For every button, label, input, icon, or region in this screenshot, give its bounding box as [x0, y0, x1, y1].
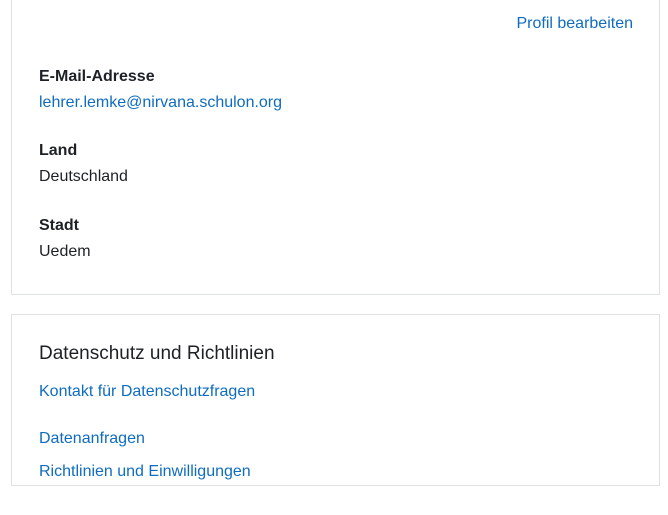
email-link[interactable]: lehrer.lemke@nirvana.schulon.org [39, 94, 282, 111]
city-field: Stadt Uedem [39, 216, 91, 262]
policies-agreements-link[interactable]: Richtlinien und Einwilligungen [39, 462, 251, 482]
profile-details-card: Profil bearbeiten E-Mail-Adresse lehrer.… [11, 0, 660, 295]
city-label: Stadt [39, 217, 79, 234]
privacy-section-title: Datenschutz und Richtlinien [39, 343, 275, 364]
country-field: Land Deutschland [39, 141, 128, 187]
privacy-policies-card: Datenschutz und Richtlinien Kontakt für … [11, 314, 660, 486]
city-value: Uedem [39, 243, 91, 260]
edit-profile-link[interactable]: Profil bearbeiten [516, 15, 633, 33]
email-value-container: lehrer.lemke@nirvana.schulon.org [39, 93, 282, 113]
data-requests-link[interactable]: Datenanfragen [39, 429, 145, 449]
country-value: Deutschland [39, 168, 128, 185]
email-label: E-Mail-Adresse [39, 68, 155, 85]
email-field: E-Mail-Adresse lehrer.lemke@nirvana.schu… [39, 67, 282, 113]
privacy-contact-link[interactable]: Kontakt für Datenschutzfragen [39, 382, 255, 402]
country-label: Land [39, 142, 78, 159]
